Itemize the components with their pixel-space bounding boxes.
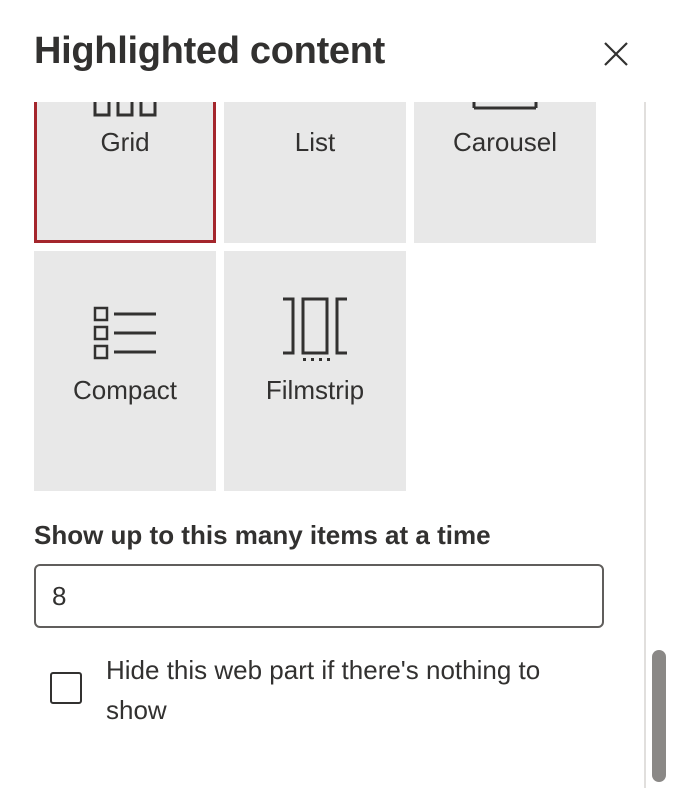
layout-label-list: List — [294, 127, 336, 157]
layout-option-carousel[interactable]: Carousel — [414, 102, 596, 243]
layout-label-compact: Compact — [72, 375, 178, 405]
layout-label-filmstrip: Filmstrip — [265, 375, 365, 405]
layout-label-carousel: Carousel — [452, 127, 558, 157]
hide-webpart-label: Hide this web part if there's nothing to… — [106, 655, 541, 725]
layout-label-grid: Grid — [100, 127, 150, 157]
property-pane: Highlighted content Grid List Carousel C… — [0, 0, 674, 788]
layout-option-filmstrip[interactable]: Filmstrip — [224, 251, 406, 491]
pane-scroll-content: Grid List Carousel Compact Filmstrip Sho… — [0, 102, 644, 788]
layout-option-list[interactable]: List — [224, 102, 406, 243]
compact-list-icon — [93, 306, 156, 360]
layout-option-compact[interactable]: Compact — [34, 251, 216, 491]
close-button[interactable] — [596, 34, 636, 74]
items-count-input[interactable] — [34, 564, 604, 628]
filmstrip-icon — [283, 297, 347, 361]
scrollbar-thumb[interactable] — [652, 650, 666, 782]
layout-option-grid[interactable]: Grid — [34, 102, 216, 243]
panel-title: Highlighted content — [34, 30, 386, 72]
hide-webpart-checkbox[interactable] — [50, 672, 82, 704]
items-count-label: Show up to this many items at a time — [34, 520, 491, 550]
carousel-icon — [472, 102, 538, 110]
close-icon — [604, 42, 628, 66]
grid-icon — [93, 102, 157, 117]
